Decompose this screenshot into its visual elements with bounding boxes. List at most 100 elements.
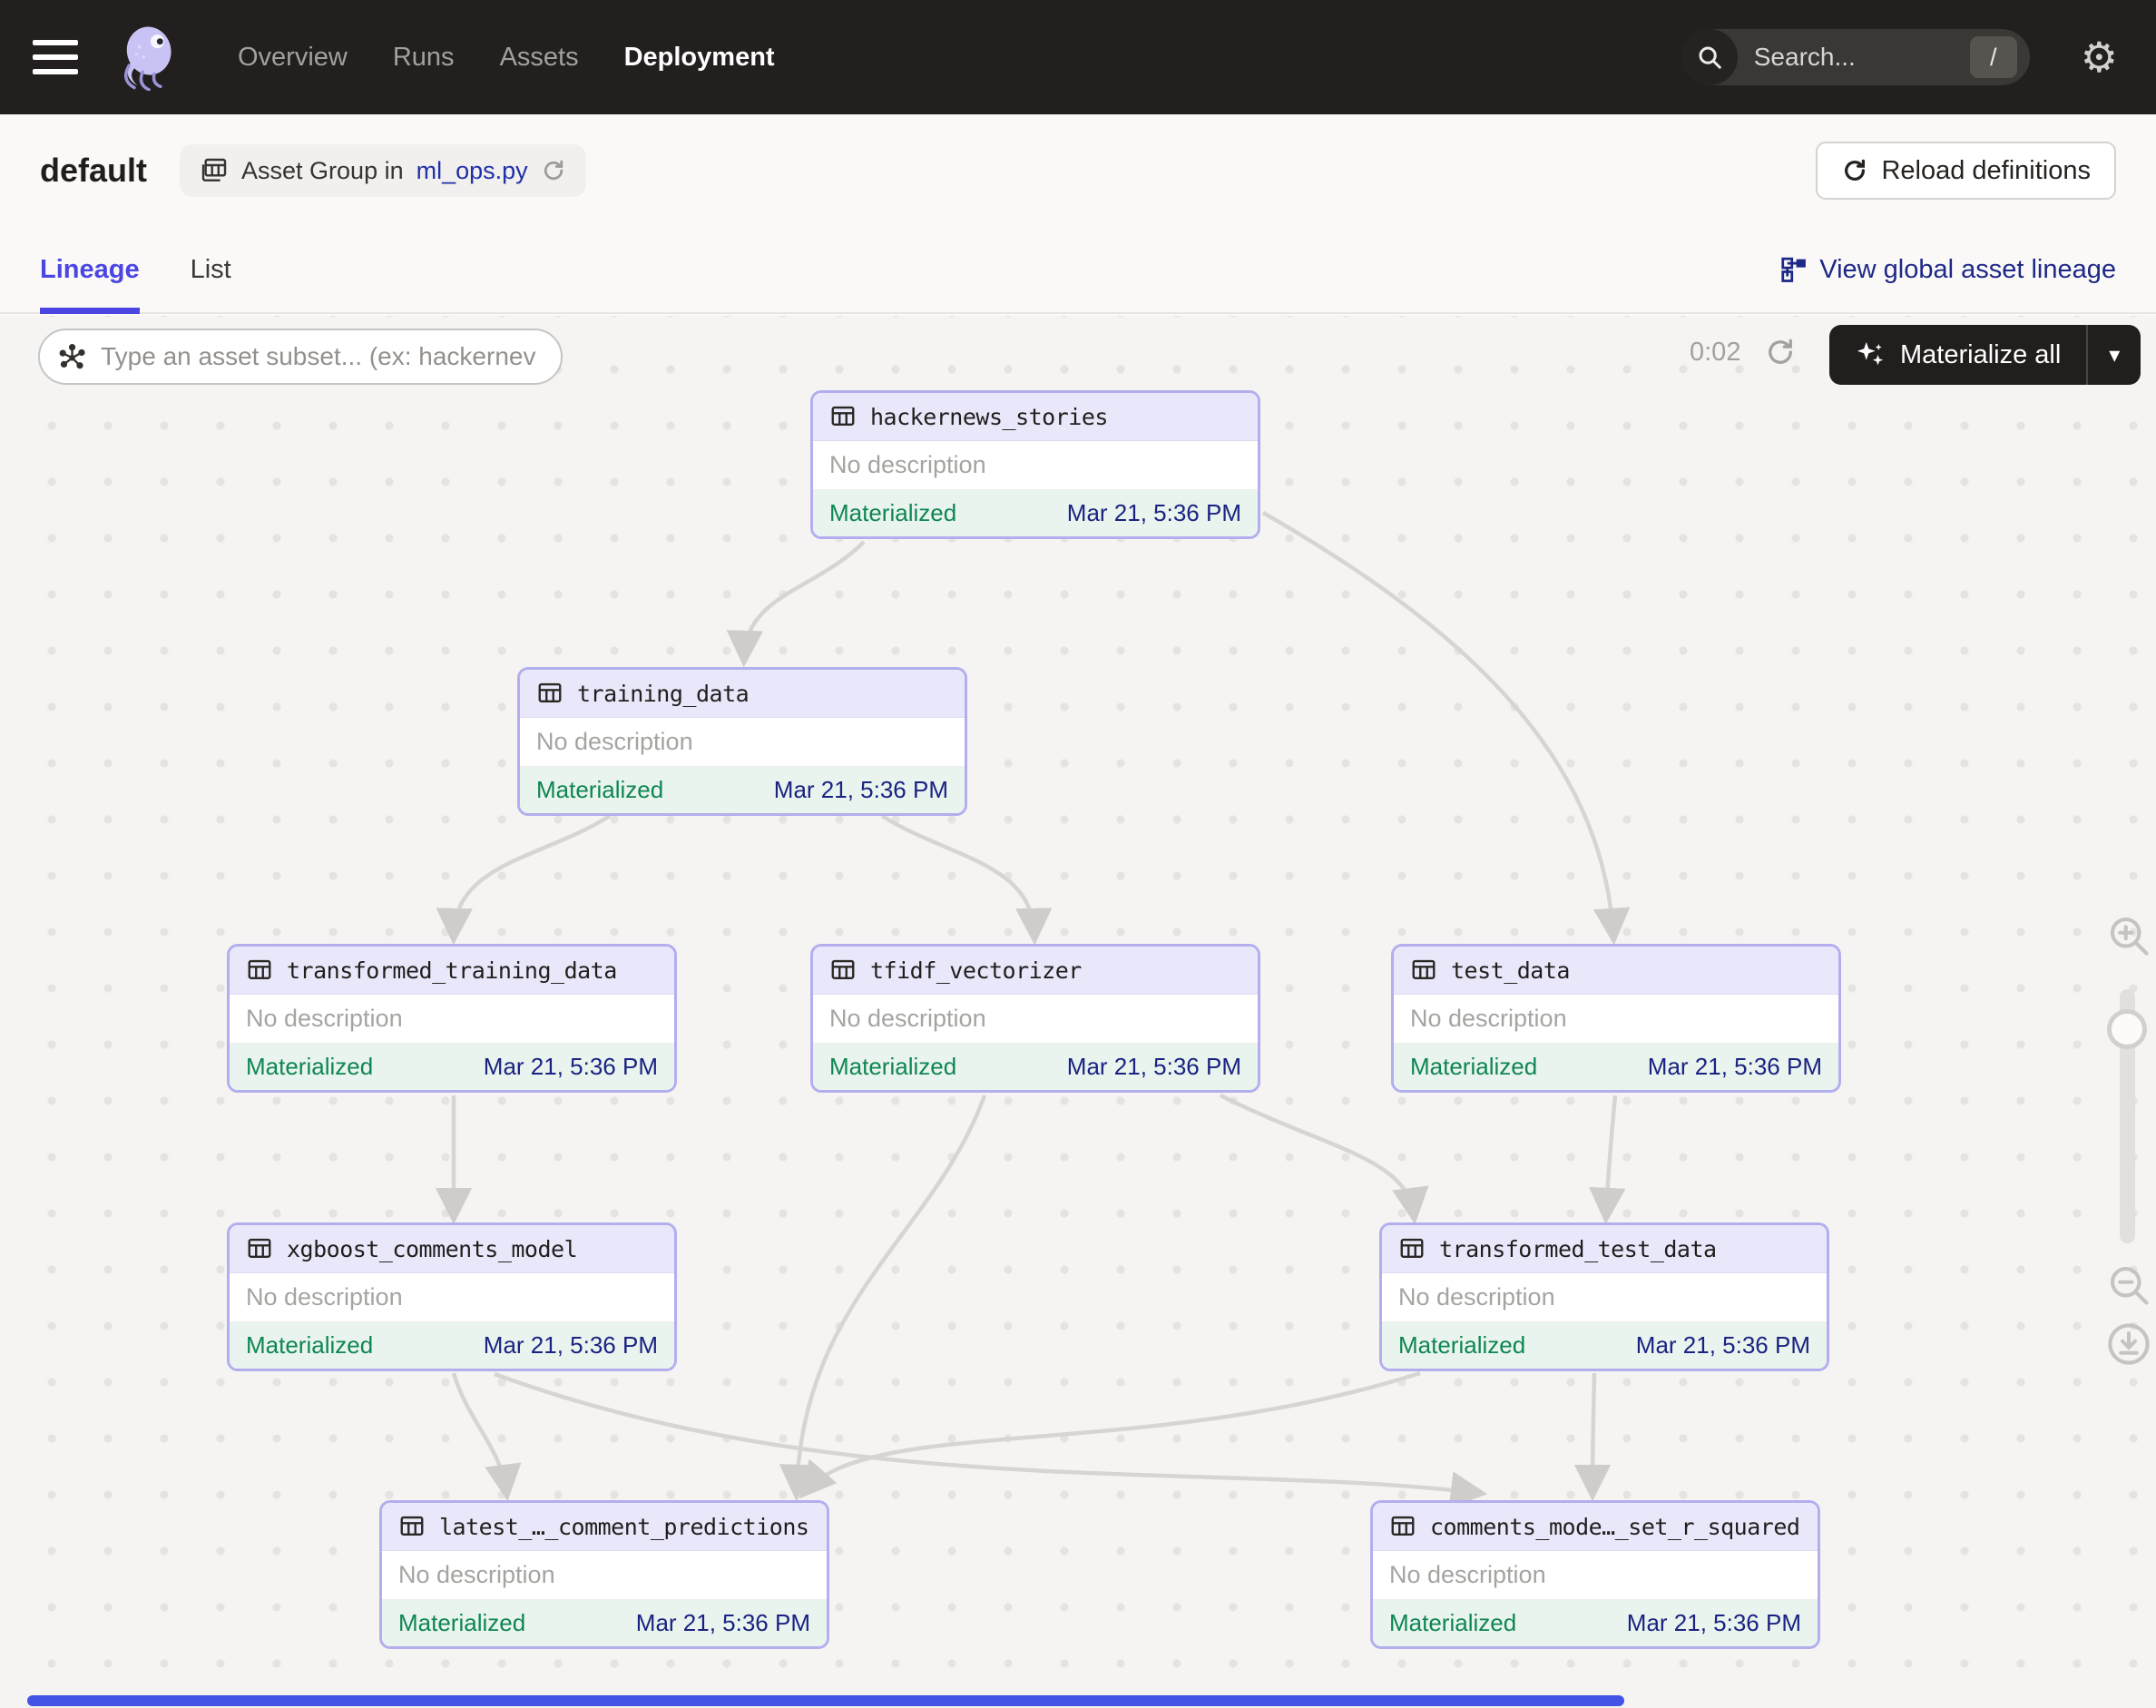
asset-name: transformed_test_data: [1439, 1236, 1717, 1262]
search-icon: [1681, 29, 1738, 85]
nav-items: Overview Runs Assets Deployment: [238, 43, 775, 73]
table-icon: [829, 957, 857, 984]
download-image-button[interactable]: [2105, 1320, 2152, 1368]
asset-name: training_data: [577, 681, 749, 707]
asset-timestamp[interactable]: Mar 21, 5:36 PM: [1636, 1331, 1810, 1360]
asset-node-footer: Materialized Mar 21, 5:36 PM: [1373, 1600, 1818, 1646]
asset-status: Materialized: [1398, 1331, 1525, 1360]
asset-status: Materialized: [1410, 1053, 1537, 1081]
asset-lineage-canvas[interactable]: 0:02 Materialize all ▾ hackernews_storie…: [0, 316, 2156, 1708]
asset-node[interactable]: test_dataNo description Materialized Mar 2…: [1391, 944, 1841, 1093]
asset-description: No description: [813, 441, 1258, 490]
asset-group-badge: Asset Group in ml_ops.py: [180, 144, 586, 197]
asset-timestamp[interactable]: Mar 21, 5:36 PM: [1627, 1609, 1801, 1637]
materialize-dropdown-caret[interactable]: ▾: [2088, 342, 2141, 368]
asset-node[interactable]: xgboost_comments_modelNo descriptionMate…: [227, 1222, 677, 1371]
asset-node-header: hackernews_stories: [813, 393, 1258, 441]
asset-description: No description: [813, 995, 1258, 1044]
asset-node-header: transformed_training_data: [230, 947, 674, 995]
table-icon: [1410, 957, 1437, 984]
lineage-edge: [454, 816, 610, 935]
graph-timer: 0:02: [1690, 338, 1740, 368]
hamburger-menu-icon[interactable]: [33, 40, 78, 74]
asset-node[interactable]: transformed_test_dataNo descriptionMater…: [1379, 1222, 1829, 1371]
asset-node[interactable]: hackernews_stories No description Material…: [810, 390, 1260, 539]
horizontal-scrollbar[interactable]: [27, 1695, 1624, 1706]
asset-node[interactable]: latest_…_comment_predictionsNo descripti…: [379, 1500, 829, 1649]
asset-node-header: training_data: [520, 670, 965, 718]
zoom-out-button[interactable]: [2105, 1261, 2152, 1309]
page-title: default: [40, 152, 147, 190]
asset-group-file-link[interactable]: ml_ops.py: [416, 157, 528, 185]
table-icon: [536, 680, 564, 707]
lineage-edge: [1606, 1095, 1615, 1214]
asset-node-header: latest_…_comment_predictions: [382, 1503, 827, 1551]
table-icon: [246, 957, 273, 984]
nav-item-deployment[interactable]: Deployment: [624, 43, 775, 73]
asset-status: Materialized: [829, 499, 956, 527]
asset-name: transformed_training_data: [287, 957, 617, 984]
asset-node-footer: MaterializedMar 21, 5:36 PM: [813, 1044, 1258, 1090]
search-box[interactable]: Search... /: [1681, 29, 2030, 85]
nav-item-runs[interactable]: Runs: [393, 43, 455, 73]
dagster-octopus-logo[interactable]: [114, 24, 181, 91]
asset-node[interactable]: tfidf_vectorizerNo descriptionMaterializ…: [810, 944, 1260, 1093]
asset-timestamp[interactable]: Mar 21, 5:36 PM: [484, 1331, 658, 1360]
asset-name: hackernews_stories: [870, 404, 1108, 430]
table-icon: [246, 1235, 273, 1262]
zoom-in-button[interactable]: [2105, 912, 2152, 959]
asset-description: No description: [1394, 995, 1838, 1044]
refresh-icon: [1841, 157, 1868, 184]
nav-item-overview[interactable]: Overview: [238, 43, 348, 73]
asset-description: No description: [230, 1273, 674, 1322]
asset-name: comments_mode…_set_r_squared: [1430, 1514, 1799, 1540]
asset-status: Materialized: [1389, 1609, 1516, 1637]
tabs-row: Lineage List View global asset lineage: [0, 227, 2156, 314]
asset-node-footer: Materialized Mar 21, 5:36 PM: [230, 1322, 674, 1369]
asset-timestamp[interactable]: Mar 21, 5:36 PM: [484, 1053, 658, 1081]
tab-lineage[interactable]: Lineage: [40, 227, 140, 312]
asset-node-header: tfidf_vectorizer: [813, 947, 1258, 995]
asset-status: Materialized: [246, 1331, 373, 1360]
asset-filter-input[interactable]: [99, 341, 543, 372]
asset-node-footer: MaterializedMar 21, 5:36 PM: [520, 767, 965, 813]
asset-node-header: test_data: [1394, 947, 1838, 995]
sparkles-icon: [1855, 339, 1886, 370]
zoom-slider-thumb[interactable]: [2107, 1009, 2147, 1049]
asset-timestamp[interactable]: Mar 21, 5:36 PM: [774, 776, 948, 804]
top-navigation: Overview Runs Assets Deployment Search..…: [0, 0, 2156, 114]
search-placeholder: Search...: [1754, 43, 1970, 72]
asset-node-header: transformed_test_data: [1382, 1225, 1827, 1273]
tab-list[interactable]: List: [191, 227, 231, 312]
view-global-asset-lineage-link[interactable]: View global asset lineage: [1779, 255, 2116, 285]
lineage-edge: [1220, 1095, 1414, 1214]
asset-timestamp[interactable]: Mar 21, 5:36 PM: [636, 1609, 810, 1637]
table-icon: [398, 1513, 426, 1540]
asset-node[interactable]: training_dataNo descriptionMaterializedM…: [517, 667, 967, 816]
nav-item-assets[interactable]: Assets: [500, 43, 579, 73]
lineage-graph-icon: [1779, 256, 1807, 283]
refresh-icon[interactable]: [541, 158, 566, 183]
asset-group-label: Asset Group in: [241, 157, 404, 185]
asset-status: Materialized: [246, 1053, 373, 1081]
reload-definitions-button[interactable]: Reload definitions: [1816, 142, 2116, 200]
lineage-edge: [454, 1373, 506, 1491]
asset-node-header: comments_mode…_set_r_squared: [1373, 1503, 1818, 1551]
asset-timestamp[interactable]: Mar 21, 5:36 PM: [1648, 1053, 1822, 1081]
lineage-edge: [1592, 1373, 1594, 1491]
asset-node-footer: Materialized Mar 21, 5:36 PM: [1394, 1044, 1838, 1090]
table-icon: [200, 156, 229, 185]
asset-node[interactable]: comments_mode…_set_r_squaredNo descripti…: [1370, 1500, 1820, 1649]
asset-node-footer: Materialized Mar 21, 5:36 PM: [1382, 1322, 1827, 1369]
asset-timestamp[interactable]: Mar 21, 5:36 PM: [1067, 1053, 1241, 1081]
asset-timestamp[interactable]: Mar 21, 5:36 PM: [1067, 499, 1241, 527]
settings-gear-icon[interactable]: ⚙: [2081, 36, 2118, 78]
lineage-edge: [495, 1374, 1477, 1493]
asset-node-header: xgboost_comments_model: [230, 1225, 674, 1273]
materialize-all-button[interactable]: Materialize all: [1829, 339, 2086, 370]
graph-refresh-icon[interactable]: [1764, 336, 1797, 368]
asset-node[interactable]: transformed_training_dataNo descriptionM…: [227, 944, 677, 1093]
lineage-edge: [797, 1095, 985, 1491]
lineage-edge: [744, 542, 864, 657]
asset-description: No description: [382, 1551, 827, 1600]
